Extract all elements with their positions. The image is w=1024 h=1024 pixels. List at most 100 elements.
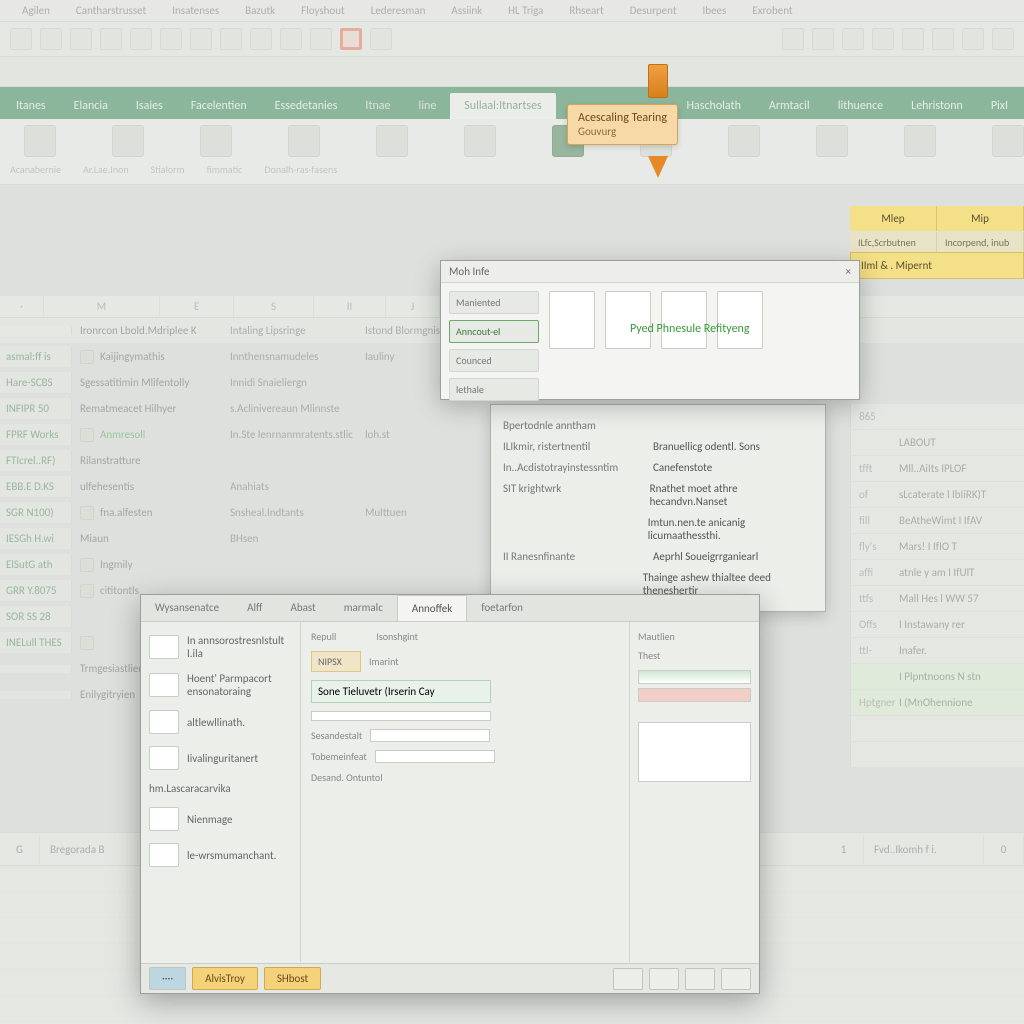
tool-icon[interactable] [70, 28, 92, 50]
ribbon-tab[interactable]: Hascholath [673, 93, 755, 119]
tool-icon[interactable] [10, 28, 32, 50]
list-item[interactable]: Iivalinguritanert [147, 742, 294, 774]
option[interactable]: Counced [449, 349, 539, 372]
ribbon-button-icon[interactable] [24, 125, 56, 157]
ribbon-tab[interactable]: Itanes [2, 93, 60, 119]
tool-icon[interactable] [40, 28, 62, 50]
tool-icon[interactable] [872, 28, 894, 50]
menu-item[interactable]: Insatenses [160, 2, 231, 19]
tool-icon[interactable] [250, 28, 272, 50]
ribbon-button-icon[interactable] [816, 125, 848, 157]
list-item[interactable]: hm.Lascaracarvika [147, 778, 294, 799]
option[interactable]: Anncout-el [449, 320, 539, 343]
panel-row[interactable]: HptgnerI (MnOhennione [851, 690, 1024, 716]
ribbon-tab[interactable]: Itnae [351, 93, 404, 119]
panel-row[interactable]: ttl-Inafer. [851, 638, 1024, 664]
secondary-button[interactable]: ···· [149, 967, 186, 990]
menu-item[interactable]: Desurpent [618, 2, 689, 19]
dialog-tab[interactable]: Abast [276, 595, 329, 621]
tool-icon[interactable] [190, 28, 212, 50]
ribbon-tab[interactable]: Elancia [60, 93, 122, 119]
text-input[interactable] [311, 711, 491, 721]
ribbon-button-icon[interactable] [200, 125, 232, 157]
settings-dialog[interactable]: Wysansenatce Alff Abast marmalc Annoffek… [140, 594, 760, 994]
tool-icon[interactable] [220, 28, 242, 50]
panel-row[interactable] [851, 742, 1024, 768]
ribbon-tab[interactable]: Facelentien [177, 93, 261, 119]
tool-icon[interactable] [100, 28, 122, 50]
cell[interactable]: Fvd..Ikomh f i. [864, 835, 984, 864]
highlight-button[interactable]: IIml & . Mipernt [850, 252, 1024, 279]
tool-icon[interactable] [812, 28, 834, 50]
cell[interactable]: 0 [984, 835, 1024, 864]
template-tile[interactable] [605, 291, 651, 349]
option[interactable]: Maniented [449, 291, 539, 314]
tool-icon[interactable] [310, 28, 332, 50]
template-tile[interactable] [661, 291, 707, 349]
template-tile[interactable] [717, 291, 763, 349]
dialog-tab[interactable]: marmalc [330, 595, 397, 621]
list-item[interactable]: Hoent' Parmpacort ensonatoraing [147, 668, 294, 702]
tool-icon[interactable] [160, 28, 182, 50]
thumb-button[interactable] [613, 968, 643, 990]
thumb-button[interactable] [721, 968, 751, 990]
ribbon-button-icon[interactable] [464, 125, 496, 157]
list-item[interactable]: In annsorostresnIstult I.ila [147, 630, 294, 664]
tool-icon[interactable] [962, 28, 984, 50]
tool-icon[interactable] [280, 28, 302, 50]
option[interactable]: lethale [449, 378, 539, 401]
primary-button[interactable]: AlvisTroy [192, 967, 258, 990]
template-tile[interactable] [549, 291, 595, 349]
dialog-tab[interactable]: foetarfon [467, 595, 537, 621]
panel-row[interactable]: affiatnle y am I IfUlT [851, 560, 1024, 586]
panel-row[interactable]: tfftMll..AiIts IPLOF [851, 456, 1024, 482]
ribbon-button-icon[interactable] [728, 125, 760, 157]
panel-row[interactable]: I Plpntnoons N stn [851, 664, 1024, 690]
menu-item[interactable]: HL Triga [496, 2, 555, 19]
list-item[interactable]: le-wrsmumanchant. [147, 839, 294, 871]
panel-row[interactable]: LABOUT [851, 430, 1024, 456]
ribbon-tab[interactable]: PixI [977, 93, 1022, 119]
primary-button[interactable]: SHbost [264, 967, 321, 990]
menu-item[interactable]: Cantharstrusset [64, 2, 158, 19]
menu-item[interactable]: Ibees [691, 2, 739, 19]
menu-item[interactable]: Agilen [10, 2, 62, 19]
panel-row[interactable]: fillBeAtheWimt I IfAV [851, 508, 1024, 534]
ribbon-tab[interactable]: Isaies [122, 93, 177, 119]
ribbon-tab[interactable]: lithuence [824, 93, 897, 119]
highlighted-tool-icon[interactable] [340, 28, 362, 50]
tool-icon[interactable] [932, 28, 954, 50]
dialog-tab-active[interactable]: Annoffek [397, 595, 467, 621]
dialog-tab[interactable]: Alff [233, 595, 276, 621]
panel-row[interactable]: OffsI Instawany rer [851, 612, 1024, 638]
tool-icon[interactable] [782, 28, 804, 50]
tool-icon[interactable] [130, 28, 152, 50]
properties-dialog[interactable]: Bpertodnle anntham ILIkmir, ristertnenti… [490, 404, 826, 612]
menu-item[interactable]: Assiink [439, 2, 494, 19]
highlight-tab[interactable]: Mlep [850, 206, 937, 231]
panel-row[interactable]: fly'sMars! I IfIO T [851, 534, 1024, 560]
panel-row[interactable]: ttfsMall Hes l WW 57 [851, 586, 1024, 612]
ribbon-tab[interactable]: line [405, 93, 451, 119]
tool-icon[interactable] [902, 28, 924, 50]
list-item[interactable]: altlewllinath. [147, 706, 294, 738]
tool-icon[interactable] [992, 28, 1014, 50]
menu-item[interactable]: Floyshout [289, 2, 357, 19]
ribbon-button-icon[interactable] [376, 125, 408, 157]
list-item[interactable]: Nienmage [147, 803, 294, 835]
cell[interactable]: Bregorada B [40, 835, 138, 864]
ribbon-tab-active[interactable]: Sullaal:Itnartses [450, 93, 555, 119]
panel-row[interactable]: 865 [851, 404, 1024, 430]
ribbon-button-icon[interactable] [992, 125, 1024, 157]
text-input[interactable] [311, 680, 491, 703]
ribbon-tab[interactable]: Essedetanies [261, 93, 352, 119]
ribbon-tab[interactable]: Lehristonn [897, 93, 977, 119]
menu-item[interactable]: Bazutk [233, 2, 287, 19]
tool-icon[interactable] [842, 28, 864, 50]
menu-item[interactable]: Lederesman [359, 2, 438, 19]
ribbon-button-icon[interactable] [904, 125, 936, 157]
ribbon-button-icon[interactable] [288, 125, 320, 157]
ribbon-button-icon[interactable] [112, 125, 144, 157]
close-icon[interactable]: × [846, 265, 851, 278]
menu-item[interactable]: Exrobent [740, 2, 804, 19]
